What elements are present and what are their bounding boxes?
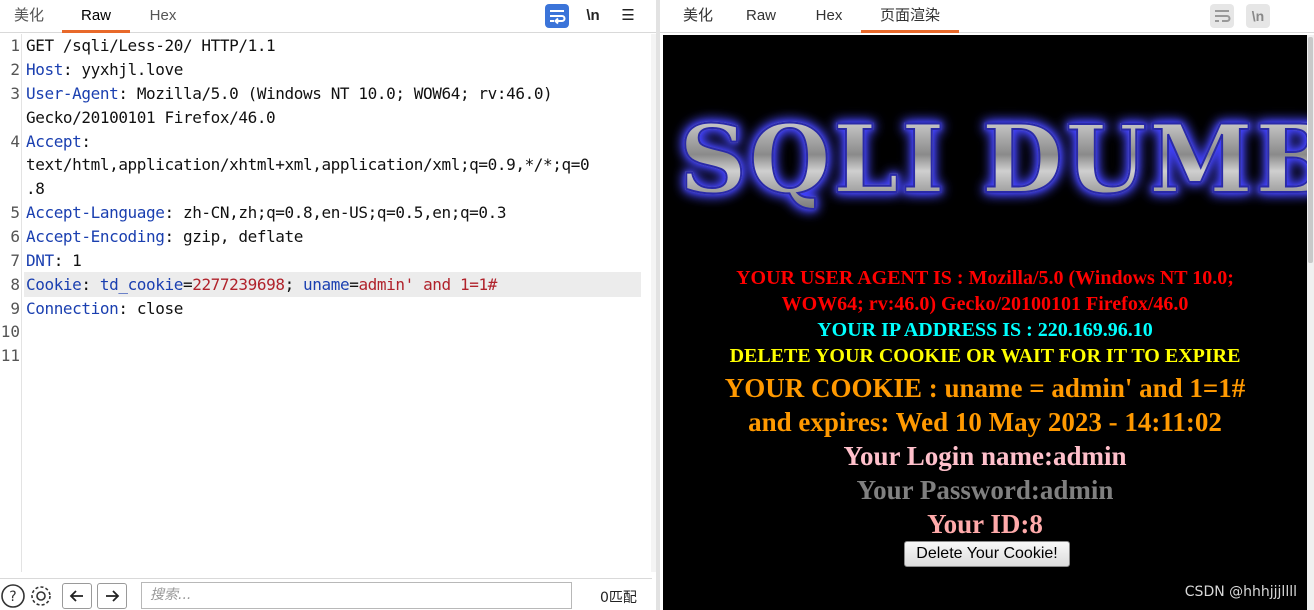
arrow-right-icon <box>106 590 120 602</box>
tab-raw[interactable]: Raw <box>732 0 790 32</box>
user-agent-text: YOUR USER AGENT IS : Mozilla/5.0 (Window… <box>736 267 1234 289</box>
header-value: gzip, deflate <box>182 227 303 246</box>
header-key: Connection <box>26 299 119 318</box>
cookie-text: YOUR COOKIE : uname = admin' and 1=1# <box>724 373 1246 403</box>
header-value: close <box>136 299 184 318</box>
header-cookie: Cookie: td_cookie=2277239698; uname=admi… <box>26 275 497 294</box>
response-tab-bar: 美化 Raw Hex 页面渲染 \n <box>660 0 1314 33</box>
line-number-gutter: 1 2 3 4 5 6 7 8 9 10 11 <box>0 34 22 572</box>
render-scrollbar[interactable] <box>1307 35 1314 610</box>
line-number: 8 <box>10 275 20 294</box>
question-circle-icon: ? <box>1 584 25 608</box>
response-pane: 美化 Raw Hex 页面渲染 \n SQLI DUMB YOUR USER A… <box>660 0 1314 610</box>
line-number: 3 <box>10 84 20 103</box>
help-icon[interactable]: ? <box>0 583 26 609</box>
header-host: Host: yyxhjl.love <box>26 60 183 79</box>
user-agent-text-cont: WOW64; rv:46.0) Gecko/20100101 Firefox/4… <box>781 293 1189 315</box>
csdn-watermark: CSDN @hhhjjjllll <box>1184 584 1297 600</box>
menu-icon[interactable]: ☰ <box>616 4 640 28</box>
gear-icon <box>31 586 51 606</box>
cookie-name: td_cookie <box>99 275 184 294</box>
header-accept-language: Accept-Language: zh-CN,zh;q=0.8,en-US;q=… <box>26 203 507 222</box>
header-accept-encoding: Accept-Encoding: gzip, deflate <box>26 227 303 246</box>
header-user-agent: User-Agent: Mozilla/5.0 (Windows NT 10.0… <box>26 84 553 103</box>
line-number: 10 <box>0 322 20 341</box>
header-key: Accept <box>26 132 82 151</box>
tab-pretty[interactable]: 美化 <box>664 0 732 32</box>
wrap-lines-icon <box>1215 10 1231 22</box>
previous-match-button[interactable] <box>62 583 92 609</box>
header-key: Accept-Language <box>26 203 165 222</box>
scrollbar-thumb[interactable] <box>1308 37 1313 263</box>
header-value-continued: text/html,application/xhtml+xml,applicat… <box>26 155 590 174</box>
line-number: 9 <box>10 299 20 318</box>
tab-pretty[interactable]: 美化 <box>0 0 58 32</box>
next-match-button[interactable] <box>97 583 127 609</box>
request-pane: 美化 Raw Hex \n ☰ 1 2 3 4 5 6 7 8 9 10 11 … <box>0 0 656 610</box>
login-name-text: Your Login name:admin <box>843 441 1127 471</box>
header-key: Cookie <box>26 275 82 294</box>
header-key: Accept-Encoding <box>26 227 165 246</box>
cookie-value: 2277239698 <box>192 275 285 294</box>
password-text: Your Password:admin <box>856 475 1114 505</box>
line-number: 2 <box>10 60 20 79</box>
ip-address-text: YOUR IP ADDRESS IS : 220.169.96.10 <box>817 319 1153 341</box>
request-line: GET /sqli/Less-20/ HTTP/1.1 <box>26 36 276 55</box>
header-value-continued: Gecko/20100101 Firefox/46.0 <box>26 108 276 127</box>
word-wrap-icon[interactable] <box>1210 4 1234 28</box>
header-value: Mozilla/5.0 (Windows NT 10.0; WOW64; rv:… <box>136 84 553 103</box>
cookie-value: admin' and 1=1# <box>358 275 497 294</box>
app-root: 美化 Raw Hex \n ☰ 1 2 3 4 5 6 7 8 9 10 11 … <box>0 0 1314 610</box>
rendered-page: SQLI DUMB YOUR USER AGENT IS : Mozilla/5… <box>663 35 1307 610</box>
header-value: zh-CN,zh;q=0.8,en-US;q=0.5,en;q=0.3 <box>182 203 507 222</box>
line-number: 4 <box>10 132 20 151</box>
header-key: Host <box>26 60 63 79</box>
delete-cookie-button[interactable]: Delete Your Cookie! <box>904 541 1070 567</box>
arrow-left-icon <box>69 590 83 602</box>
header-dnt: DNT: 1 <box>26 251 82 270</box>
header-connection: Connection: close <box>26 299 183 318</box>
newline-toggle-icon[interactable]: \n <box>1246 4 1270 28</box>
request-tab-bar: 美化 Raw Hex \n ☰ <box>0 0 656 33</box>
line-number: 6 <box>10 227 20 246</box>
line-number: 1 <box>10 36 20 55</box>
match-count: 0匹配 <box>600 590 637 606</box>
expires-text: and expires: Wed 10 May 2023 - 14:11:02 <box>748 407 1222 437</box>
header-value-continued: .8 <box>26 179 45 198</box>
word-wrap-icon[interactable] <box>545 4 569 28</box>
line-number: 11 <box>0 346 20 365</box>
search-bar: ? 搜索... 0匹配 <box>0 578 652 610</box>
wrap-lines-icon <box>550 10 566 25</box>
tab-render[interactable]: 页面渲染 <box>861 0 959 33</box>
sqli-dumb-logo: SQLI DUMB <box>678 104 1307 216</box>
settings-gear-icon[interactable] <box>28 583 54 609</box>
header-accept: Accept: <box>26 132 91 151</box>
tab-hex[interactable]: Hex <box>800 0 858 32</box>
user-id-text: Your ID:8 <box>927 509 1043 539</box>
header-key: User-Agent <box>26 84 119 103</box>
header-value: 1 <box>72 251 82 270</box>
search-input[interactable]: 搜索... <box>141 582 572 609</box>
cookie-name: uname <box>303 275 350 294</box>
tab-hex[interactable]: Hex <box>134 0 192 32</box>
tab-raw[interactable]: Raw <box>62 0 130 33</box>
newline-toggle-icon[interactable]: \n <box>581 4 605 28</box>
delete-cookie-notice: DELETE YOUR COOKIE OR WAIT FOR IT TO EXP… <box>729 345 1241 367</box>
line-number: 5 <box>10 203 20 222</box>
header-value: yyxhjl.love <box>81 60 183 79</box>
header-key: DNT <box>26 251 54 270</box>
svg-text:?: ? <box>9 589 16 605</box>
line-number: 7 <box>10 251 20 270</box>
request-editor[interactable]: 1 2 3 4 5 6 7 8 9 10 11 GET /sqli/Less-2… <box>0 34 652 572</box>
